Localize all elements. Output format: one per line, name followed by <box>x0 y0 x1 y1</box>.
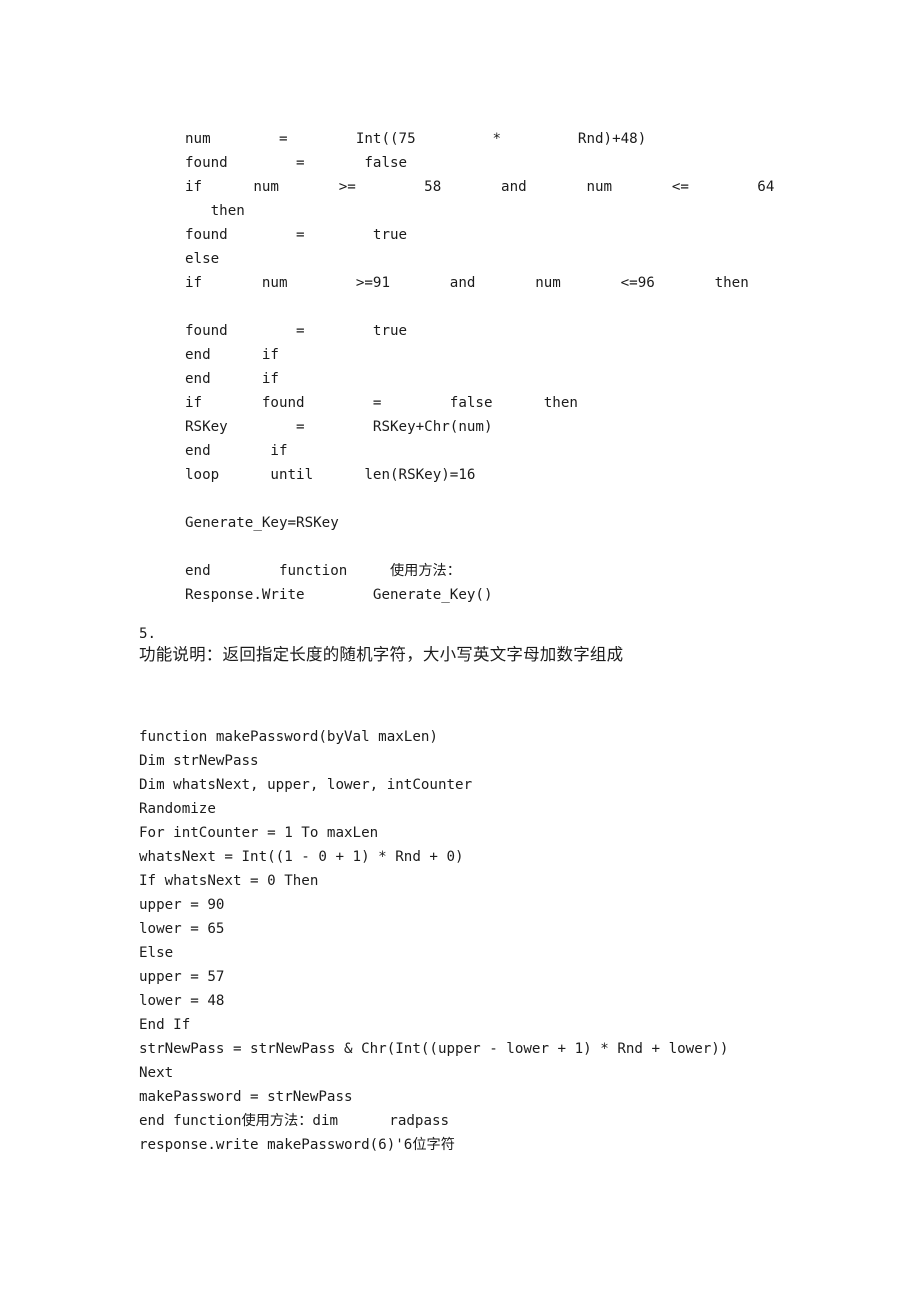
code-block-make-password: function makePassword(byVal maxLen) Dim … <box>139 729 729 1154</box>
document-page: num = Int((75 * Rnd)+48) found = false i… <box>0 0 920 1302</box>
code-block-generate-key: num = Int((75 * Rnd)+48) found = false i… <box>185 131 775 604</box>
section-description: 功能说明：返回指定长度的随机字符，大小写英文字母加数字组成 <box>139 645 624 664</box>
